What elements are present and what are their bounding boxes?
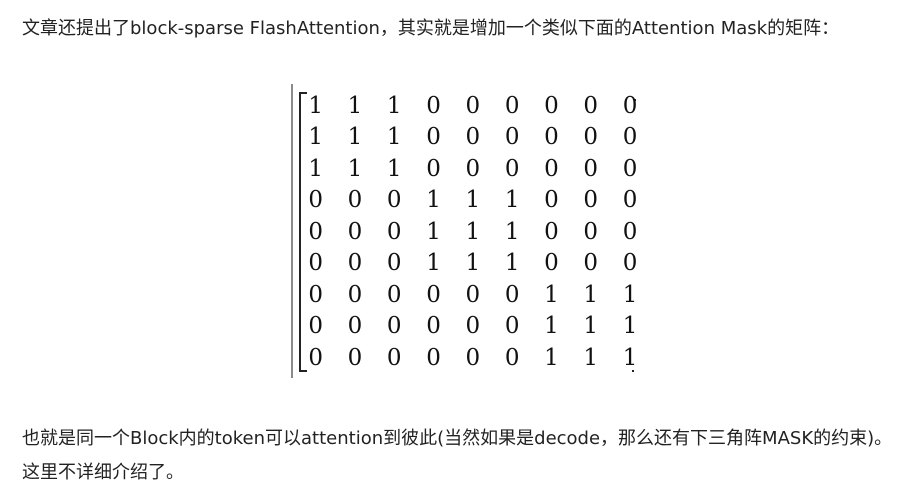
matrix-cell: 0: [583, 92, 599, 119]
matrix-cell: 0: [544, 250, 559, 277]
matrix-cell: 0: [544, 92, 559, 119]
matrix-cell: 0: [308, 187, 323, 214]
matrix-cell: 0: [308, 344, 323, 371]
matrix-cell: 1: [504, 250, 520, 277]
matrix-cell: 0: [544, 218, 559, 245]
matrix-cell: 1: [386, 124, 402, 151]
matrix-cell: 0: [504, 344, 520, 371]
matrix-cell: 1: [347, 155, 363, 182]
matrix-cell: 0: [426, 92, 441, 119]
matrix-cell: 0: [308, 218, 323, 245]
matrix-cell: 1: [465, 250, 481, 277]
matrix-cell: 0: [347, 218, 363, 245]
matrix-cell: 0: [465, 92, 481, 119]
matrix-cell: 1: [347, 124, 363, 151]
matrix-cell: 1: [426, 218, 441, 245]
matrix-cell: 1: [583, 344, 599, 371]
matrix-cell: 0: [544, 124, 559, 151]
matrix-cell: 1: [622, 344, 638, 371]
matrix-cell: 0: [544, 155, 559, 182]
matrix-cell: 0: [504, 155, 520, 182]
matrix-cell: 0: [622, 250, 638, 277]
matrix-cell: 0: [347, 187, 363, 214]
matrix-cell: 0: [308, 313, 323, 340]
matrix-cell: 1: [583, 313, 599, 340]
matrix-cell: 0: [583, 124, 599, 151]
matrix-cell: 1: [544, 281, 559, 308]
matrix-cell: 1: [308, 92, 323, 119]
matrix-cell: 0: [622, 187, 638, 214]
matrix-cell: 1: [465, 187, 481, 214]
matrix-cell: 0: [465, 313, 481, 340]
matrix-cell: 0: [504, 92, 520, 119]
explanation-paragraph: 也就是同一个Block内的token可以attention到彼此(当然如果是de…: [22, 428, 893, 483]
matrix-cell: 0: [504, 313, 520, 340]
matrix-cell: 0: [544, 187, 559, 214]
matrix-cell: 1: [622, 281, 638, 308]
matrix-cell: 0: [622, 124, 638, 151]
matrix-cell: 0: [465, 344, 481, 371]
matrix-cell: 1: [386, 92, 402, 119]
matrix-cell: 1: [426, 250, 441, 277]
matrix-cell: 0: [347, 344, 363, 371]
figure-left-border: [291, 84, 293, 378]
matrix-cell: 0: [426, 344, 441, 371]
matrix-cell: 1: [386, 155, 402, 182]
matrix-cell: 1: [426, 187, 441, 214]
matrix-cell: 1: [347, 92, 363, 119]
matrix-cell: 0: [386, 187, 402, 214]
matrix-cell: 0: [622, 155, 638, 182]
matrix-cell: 1: [544, 344, 559, 371]
matrix-cell: 0: [386, 218, 402, 245]
matrix-cell: 0: [426, 155, 441, 182]
matrix-cell: 0: [308, 281, 323, 308]
matrix-cell: 0: [583, 250, 599, 277]
matrix-cell: 0: [386, 344, 402, 371]
matrix-cell: 0: [347, 250, 363, 277]
matrix-cell: 1: [622, 313, 638, 340]
matrix-cell: 0: [347, 281, 363, 308]
matrix-cell: 0: [426, 281, 441, 308]
matrix-cell: 0: [583, 218, 599, 245]
matrix-cell: 0: [504, 281, 520, 308]
matrix-cell: 0: [465, 155, 481, 182]
matrix-cell: 0: [386, 250, 402, 277]
matrix-cell: 0: [583, 155, 599, 182]
matrix-cell: 1: [308, 124, 323, 151]
matrix-cell: 1: [308, 155, 323, 182]
attention-mask-matrix: 1110000001110000001110000000001110000001…: [296, 90, 650, 374]
matrix-cell: 0: [386, 281, 402, 308]
matrix-cell: 0: [426, 313, 441, 340]
matrix-cell: 0: [622, 92, 638, 119]
matrix-cell: 1: [504, 218, 520, 245]
matrix-cell: 0: [504, 124, 520, 151]
intro-paragraph: 文章还提出了block-sparse FlashAttention，其实就是增加…: [22, 18, 840, 39]
matrix-cell: 1: [583, 281, 599, 308]
matrix-cell: 1: [504, 187, 520, 214]
matrix-cell: 1: [544, 313, 559, 340]
matrix-cell: 0: [347, 313, 363, 340]
matrix-cell: 0: [465, 281, 481, 308]
matrix-cell: 0: [583, 187, 599, 214]
matrix-cell: 0: [308, 250, 323, 277]
matrix-cell: 1: [465, 218, 481, 245]
matrix-cell: 0: [465, 124, 481, 151]
matrix-cell: 0: [426, 124, 441, 151]
matrix-cell: 0: [622, 218, 638, 245]
matrix-cell: 0: [386, 313, 402, 340]
